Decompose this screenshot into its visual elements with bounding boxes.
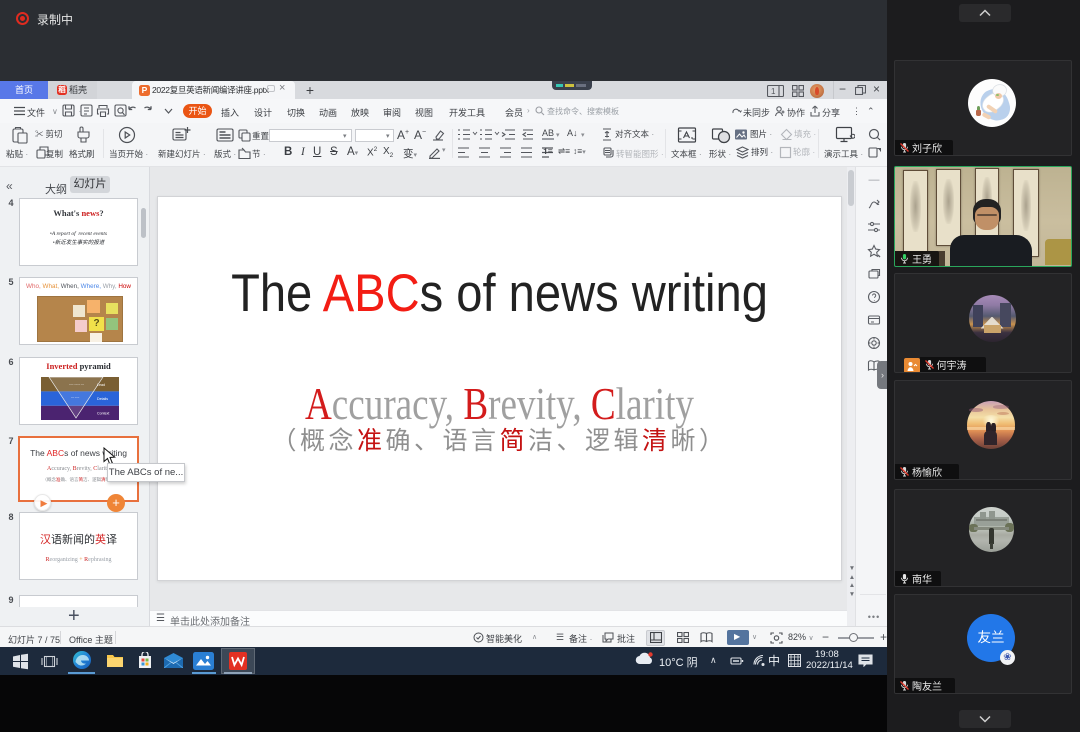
svg-text:Details: Details <box>97 397 108 401</box>
svg-text:~~ ~~~: ~~ ~~~ <box>71 396 80 399</box>
svg-text:1: 1 <box>771 87 776 96</box>
svg-text:Context: Context <box>97 412 109 416</box>
svg-text:Lead: Lead <box>97 383 105 387</box>
svg-text:~~~ ~~~~ ~~: ~~~ ~~~~ ~~ <box>69 383 85 386</box>
